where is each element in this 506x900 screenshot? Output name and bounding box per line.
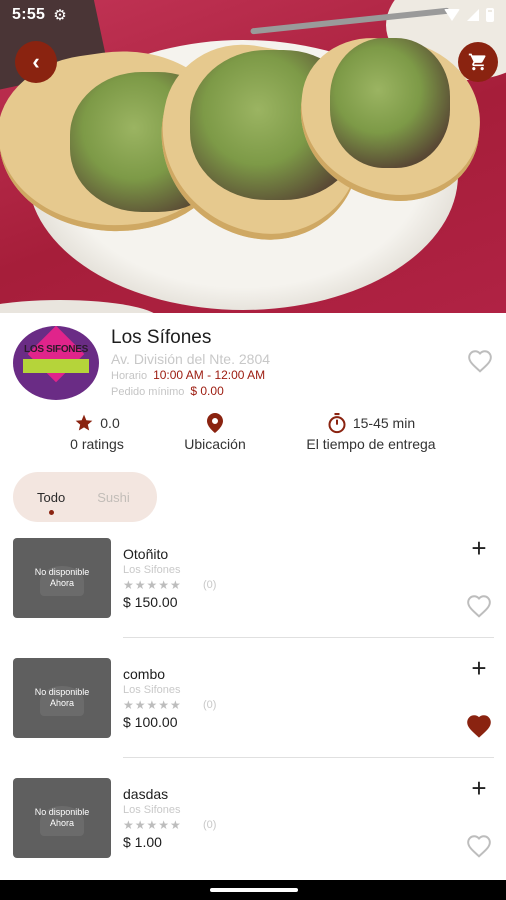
product-favorite-button[interactable] <box>466 834 492 863</box>
hours-value: 10:00 AM - 12:00 AM <box>153 368 266 382</box>
restaurant-logo: LOS SIFONES <box>13 326 99 400</box>
shopping-cart-icon <box>468 53 486 71</box>
status-time: 5:55 <box>12 6 46 23</box>
min-order-value: $ 0.00 <box>190 384 224 398</box>
product-rating-stars: ★★★★★ <box>123 698 182 712</box>
restaurant-stats: 0.0 0 ratings Ubicación 15-45 min El tie… <box>0 412 506 458</box>
restaurant-page: 5:55 ⚙ ‹ LOS SIFONES Los Sífones Av. Div… <box>0 0 506 900</box>
placeholder-text: No disponible <box>34 807 90 817</box>
hours-label: Horario <box>111 370 148 382</box>
product-item[interactable]: No disponible Ahora combo Los Sifones ★★… <box>0 655 506 778</box>
add-to-cart-button[interactable]: + <box>468 535 490 561</box>
active-indicator <box>49 509 55 515</box>
home-gesture-handle[interactable] <box>210 888 298 892</box>
filter-chip-todo[interactable]: Todo <box>25 489 77 515</box>
category-filter: Todo Sushi <box>13 472 157 522</box>
rating-stat: 0.0 0 ratings <box>58 412 136 452</box>
product-rating-stars: ★★★★★ <box>123 578 182 592</box>
placeholder-text: Ahora <box>49 698 75 708</box>
heart-icon <box>467 715 491 738</box>
restaurant-min-order: Pedido mínimo $ 0.00 <box>111 384 224 398</box>
product-restaurant: Los Sifones <box>123 684 181 696</box>
heart-icon <box>467 835 491 858</box>
restaurant-hero-image <box>0 0 506 313</box>
heart-icon <box>467 595 491 618</box>
status-bar: 5:55 ⚙ <box>0 0 506 30</box>
plus-icon: + <box>471 533 487 563</box>
product-rating-count: (0) <box>203 699 217 711</box>
signal-icon <box>467 9 479 21</box>
restaurant-name: Los Sífones <box>111 327 212 348</box>
delivery-value: 15-45 min <box>352 415 416 431</box>
product-restaurant: Los Sifones <box>123 804 181 816</box>
product-favorite-button[interactable] <box>466 594 492 623</box>
placeholder-text: No disponible <box>34 567 90 577</box>
rating-value: 0.0 <box>100 415 120 431</box>
plus-icon: + <box>471 773 487 803</box>
product-rating-count: (0) <box>203 819 217 831</box>
delivery-time-stat: 15-45 min El tiempo de entrega <box>296 412 446 452</box>
product-price: $ 1.00 <box>123 834 162 850</box>
gear-icon: ⚙ <box>53 7 67 24</box>
list-divider <box>123 637 494 638</box>
product-image-placeholder: No disponible Ahora <box>13 658 111 738</box>
arrow-left-icon: ‹ <box>32 49 40 74</box>
add-to-cart-button[interactable]: + <box>468 655 490 681</box>
delivery-label: El tiempo de entrega <box>306 436 436 452</box>
placeholder-text: Ahora <box>49 818 75 828</box>
filter-chip-label: Sushi <box>97 489 130 505</box>
product-name: Otoñito <box>123 546 169 562</box>
back-button[interactable]: ‹ <box>15 41 57 83</box>
product-image-placeholder: No disponible Ahora <box>13 538 111 618</box>
min-order-label: Pedido mínimo <box>111 386 185 398</box>
product-favorite-button[interactable] <box>466 714 492 743</box>
timer-icon <box>328 413 346 434</box>
product-price: $ 150.00 <box>123 594 178 610</box>
restaurant-address: Av. División del Nte. 2804 <box>111 351 271 367</box>
battery-icon <box>486 8 494 22</box>
product-item[interactable]: No disponible Ahora Otoñito Los Sifones … <box>0 535 506 658</box>
location-stat[interactable]: Ubicación <box>168 412 262 452</box>
product-name: dasdas <box>123 786 169 802</box>
plus-icon: + <box>471 653 487 683</box>
filter-chip-sushi[interactable]: Sushi <box>85 490 142 505</box>
product-image-placeholder: No disponible Ahora <box>13 778 111 858</box>
placeholder-text: No disponible <box>34 687 90 697</box>
restaurant-logo-text: LOS SIFONES <box>24 344 88 355</box>
restaurant-hours: Horario 10:00 AM - 12:00 AM <box>111 368 265 382</box>
add-to-cart-button[interactable]: + <box>468 775 490 801</box>
cart-button[interactable] <box>458 42 498 82</box>
star-icon <box>75 414 93 431</box>
wifi-icon <box>444 9 460 21</box>
heart-icon <box>468 350 492 373</box>
product-name: combo <box>123 666 166 682</box>
product-rating-count: (0) <box>203 579 217 591</box>
product-rating-stars: ★★★★★ <box>123 818 182 832</box>
product-restaurant: Los Sifones <box>123 564 181 576</box>
rating-label: 0 ratings <box>70 436 124 452</box>
placeholder-text: Ahora <box>49 578 75 588</box>
restaurant-favorite-button[interactable] <box>467 349 493 373</box>
filter-chip-label: Todo <box>37 489 66 505</box>
product-price: $ 100.00 <box>123 714 178 730</box>
map-pin-icon <box>207 413 223 433</box>
location-label: Ubicación <box>184 436 246 452</box>
system-navigation-bar <box>0 880 506 900</box>
list-divider <box>123 757 494 758</box>
